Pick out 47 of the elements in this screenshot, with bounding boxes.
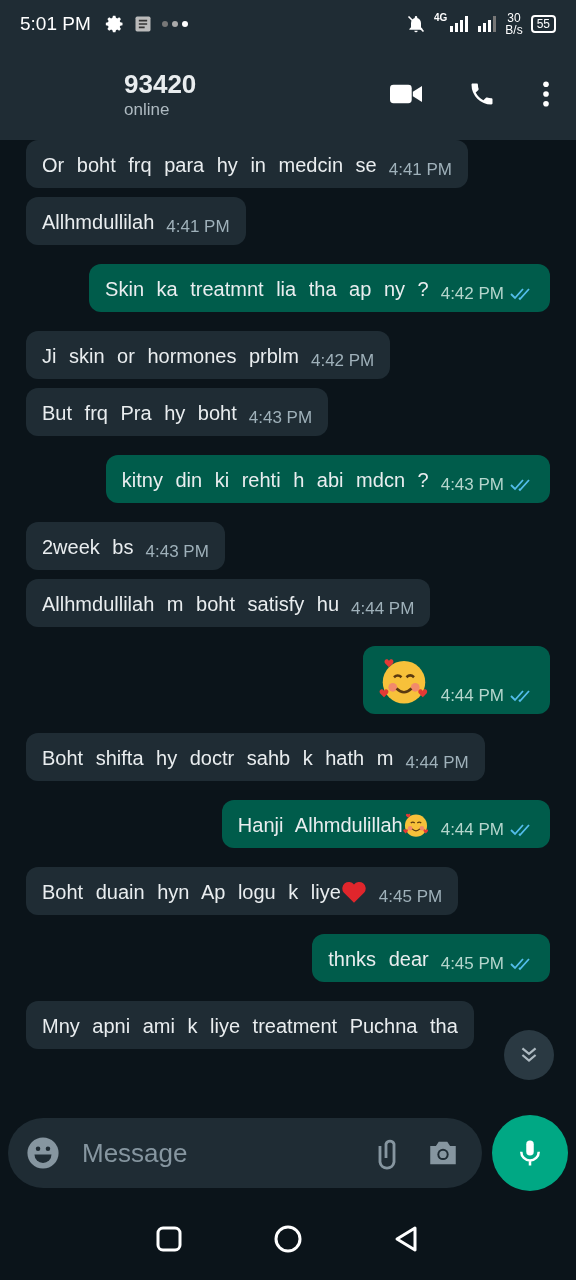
message-time: 4:41 PM xyxy=(388,160,452,180)
gear-icon xyxy=(104,14,125,34)
contact-name[interactable]: 93420 xyxy=(124,68,346,100)
message-text: Allhmdullilah xyxy=(42,210,155,235)
message-time: 4:44 PM xyxy=(405,753,469,773)
scroll-down-button[interactable] xyxy=(504,1030,554,1080)
message-time: 4:44 PM xyxy=(351,599,415,619)
message-time: 4:43 PM xyxy=(145,542,209,562)
message-text: 2week bs xyxy=(42,535,134,560)
more-notifications-icon xyxy=(160,20,191,28)
message-time: 4:45 PM xyxy=(378,887,443,907)
message-time: 4:42 PM xyxy=(310,351,375,371)
message-text: But frq Pra hy boht xyxy=(42,401,237,426)
message-time: 4:44 PM xyxy=(440,686,504,706)
message-text: kitny din ki rehti h abi mdcn ? xyxy=(121,468,429,493)
message-input-field[interactable]: Message xyxy=(8,1118,482,1188)
recent-apps-icon[interactable] xyxy=(155,1225,184,1253)
message-text: Mny apni ami k liye treatment Puchna tha xyxy=(42,1014,458,1039)
message-text: Boht duain hyn Ap logu k liye xyxy=(42,880,341,905)
message-time: 4:43 PM xyxy=(248,408,313,428)
home-icon[interactable] xyxy=(274,1225,302,1253)
network-type: 4G xyxy=(433,12,448,23)
message-text: Ji skin or hormones prblm xyxy=(42,344,299,369)
battery-level: 55 xyxy=(530,15,556,33)
message-text: Hanji Alhmdulillah xyxy=(237,813,403,838)
muted-bell-icon xyxy=(405,14,426,34)
signal-icon xyxy=(477,16,498,32)
message-time: 4:41 PM xyxy=(166,217,230,237)
emoji-icon[interactable] xyxy=(26,1136,60,1170)
message-input-field[interactable]: Message xyxy=(80,1136,352,1170)
message-text: Boht shifta hy doctr sahb k hath m xyxy=(42,746,394,771)
menu-icon[interactable] xyxy=(542,81,550,107)
smiling-face-with-hearts-icon xyxy=(378,656,429,706)
message-time: 4:44 PM xyxy=(440,820,504,840)
message-text: thnks dear xyxy=(328,947,429,972)
message-time: 4:45 PM xyxy=(440,954,504,974)
smiling-face-with-hearts-icon xyxy=(402,812,429,838)
message-text: Skin ka treatmnt lia tha ap ny ? xyxy=(105,277,429,302)
message-text: Allhmdullilah m boht satisfy hu xyxy=(42,592,339,617)
presence-status: online xyxy=(124,99,171,120)
data-speed: 30 B/s xyxy=(505,12,523,36)
message-time: 4:42 PM xyxy=(440,284,504,304)
message-time: 4:43 PM xyxy=(440,475,504,495)
heart-icon xyxy=(340,879,367,905)
clock-time: 5:01 PM xyxy=(20,13,91,35)
message-text: Or boht frq para hy in medcin se xyxy=(42,153,377,178)
signal-icon xyxy=(449,16,470,32)
